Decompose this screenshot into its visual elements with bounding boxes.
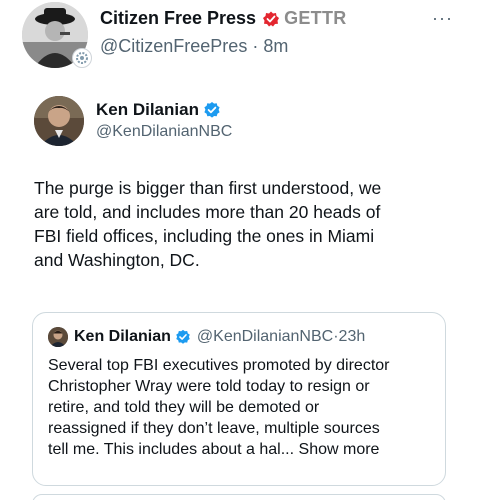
timestamp[interactable]: 8m: [263, 36, 288, 56]
tweet-text: The purge is bigger than first understoo…: [34, 176, 454, 272]
tweet-text-line: The purge is bigger than first understoo…: [34, 178, 382, 198]
more-horizontal-icon[interactable]: ···: [432, 8, 453, 29]
tweet-author: Ken Dilanian @KenDilanianNBC: [34, 96, 454, 156]
quoted-tweet-card[interactable]: Ken Dilanian @KenDilanianNBC · 23h Sever…: [32, 312, 446, 486]
quoted-tweet-header: Ken Dilanian @KenDilanianNBC · 23h: [48, 327, 365, 347]
verified-badge-icon: [176, 329, 190, 344]
next-card-edge: [32, 494, 446, 500]
author-name[interactable]: Ken Dilanian: [96, 100, 199, 120]
gettr-logo-icon: [263, 11, 280, 26]
author-handle[interactable]: @KenDilanianNBC: [96, 123, 232, 141]
author-name[interactable]: Citizen Free Press: [100, 8, 256, 29]
quoted-tweet-text: Several top FBI executives promoted by d…: [48, 355, 440, 460]
avatar[interactable]: [34, 96, 84, 146]
author-name-row: Citizen Free Press GETTR: [100, 8, 347, 29]
quoted-text-last: tell me. This includes about a hal...: [48, 441, 295, 458]
verified-badge-icon: [204, 102, 220, 118]
tweet-text-line: FBI field offices, including the ones in…: [34, 226, 375, 246]
gear-badge-icon: [72, 48, 92, 68]
quoted-timestamp: 23h: [338, 328, 366, 345]
avatar: [48, 327, 68, 347]
tweet-text-line: and Washington, DC.: [34, 250, 200, 270]
quoted-text-line: Several top FBI executives promoted by d…: [48, 357, 390, 374]
author-name-row: Ken Dilanian: [96, 100, 221, 120]
show-more-link[interactable]: Show more: [299, 441, 380, 458]
quoted-text-line: Christopher Wray were told today to resi…: [48, 378, 370, 395]
post-header: Citizen Free Press GETTR @CitizenFreePre…: [22, 2, 462, 74]
quoted-author-name: Ken Dilanian: [74, 328, 171, 345]
gettr-label: GETTR: [284, 8, 347, 28]
quoted-text-line: tell me. This includes about a hal... Sh…: [48, 439, 440, 460]
quoted-text-line: reassigned if they don’t leave, multiple…: [48, 420, 380, 437]
quoted-author-handle: @KenDilanianNBC: [196, 328, 334, 345]
author-handle[interactable]: @CitizenFreePres: [100, 36, 247, 56]
author-handle-row: @CitizenFreePres · 8m: [100, 36, 288, 57]
quoted-text-line: retire, and told they will be demoted or: [48, 399, 320, 416]
tweet-text-line: are told, and includes more than 20 head…: [34, 202, 381, 222]
separator: ·: [252, 36, 259, 56]
